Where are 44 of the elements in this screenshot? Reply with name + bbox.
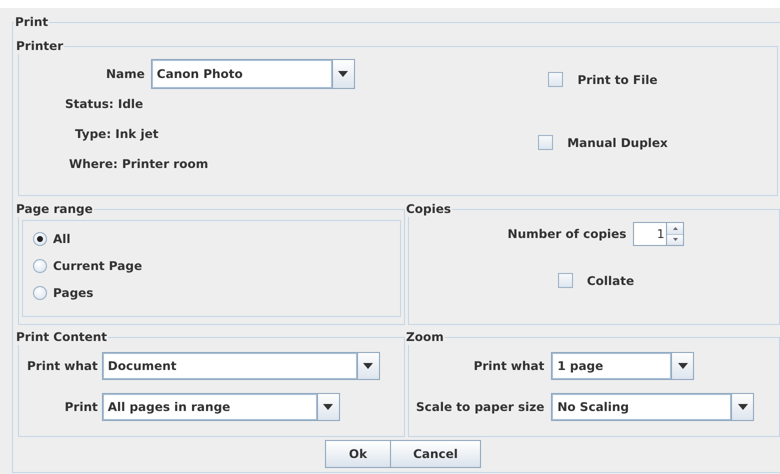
- field-label: Scale to paper size: [416, 400, 544, 414]
- ok-button[interactable]: Ok: [325, 440, 391, 468]
- zoom-dropdown[interactable]: No Scaling: [551, 393, 754, 421]
- step-up-button[interactable]: [667, 223, 684, 234]
- radio-label: Current Page: [53, 258, 142, 272]
- panel-title: Print: [14, 15, 50, 30]
- printer-info: Status: Idle: [64, 96, 144, 113]
- field-label: Print what: [27, 359, 98, 373]
- caret-icon: [323, 404, 334, 410]
- group-title: Print Content: [15, 330, 108, 345]
- caret-icon: [363, 363, 374, 369]
- group-title: Page range: [15, 202, 94, 217]
- group-title: Printer: [15, 39, 64, 54]
- group-title: Copies: [405, 202, 452, 217]
- content-dropdown[interactable]: All pages in range: [102, 393, 340, 421]
- group-title: Zoom: [405, 330, 445, 345]
- radio-button[interactable]: [33, 258, 47, 272]
- radio-label: All: [53, 232, 71, 246]
- field-label: Print what: [474, 359, 544, 373]
- name-label: Name: [106, 67, 145, 81]
- radio-button[interactable]: [33, 232, 47, 246]
- printer-dropdown[interactable]: Canon Photo: [150, 59, 355, 89]
- zoom-dropdown[interactable]: 1 page: [551, 352, 694, 380]
- checkbox[interactable]: [538, 135, 554, 150]
- checkbox[interactable]: [548, 72, 564, 87]
- checkbox-label: Print to File: [577, 72, 658, 86]
- checkbox-label: Manual Duplex: [567, 136, 668, 150]
- step-down-button[interactable]: [667, 234, 684, 245]
- down-arrow-icon: [672, 238, 678, 242]
- printer-info: Type: Ink jet: [74, 126, 160, 143]
- checkbox-label: Collate: [586, 274, 634, 288]
- caret-icon: [678, 363, 688, 369]
- caret-icon: [338, 71, 348, 77]
- up-arrow-icon: [672, 226, 678, 230]
- checkbox[interactable]: [558, 273, 573, 288]
- copies-label: Number of copies: [508, 227, 626, 241]
- printer-info: Where: Printer room: [68, 156, 210, 173]
- field-label: Print: [64, 400, 98, 414]
- content-dropdown[interactable]: Document: [102, 352, 380, 380]
- radio-label: Pages: [53, 286, 94, 300]
- radio-button[interactable]: [33, 286, 47, 300]
- cancel-button[interactable]: Cancel: [390, 440, 481, 468]
- copies-spinner[interactable]: 1: [633, 222, 684, 246]
- caret-icon: [738, 404, 748, 410]
